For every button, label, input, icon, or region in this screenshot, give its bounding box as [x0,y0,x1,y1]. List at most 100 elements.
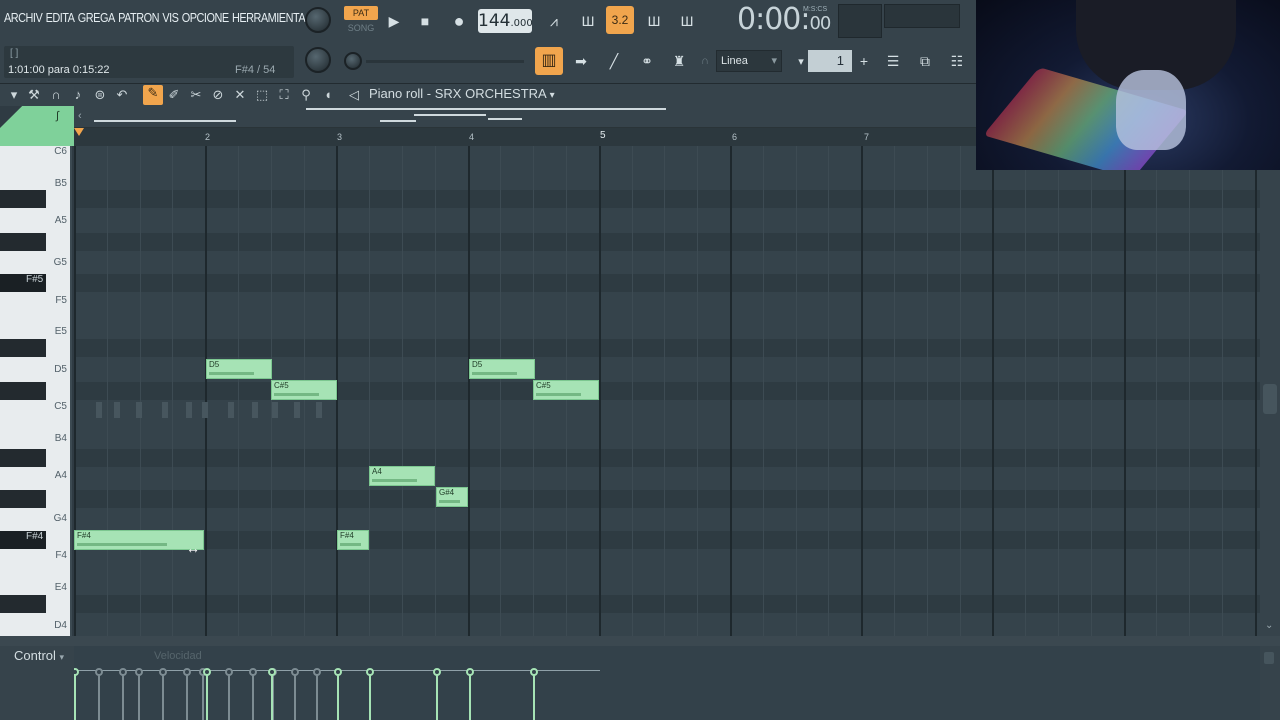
paint-tool-button[interactable]: ✐ [166,87,182,103]
record-button[interactable]: ● [447,9,471,33]
link-button[interactable]: ⚭ [635,49,659,73]
instrument-speaker-button[interactable]: ◁ [346,87,362,103]
ghost-note [114,402,120,418]
pattern-knob[interactable] [344,52,362,70]
song-position-slider[interactable] [366,60,524,63]
song-button[interactable]: SONG [344,21,378,35]
mixer-button[interactable]: ☷ [944,49,970,73]
arrow-right-button[interactable]: ➡ [569,49,593,73]
pat-button[interactable]: PAT [344,6,378,20]
countdown-button[interactable]: 3.2 [606,6,634,34]
black-key-highlighted[interactable]: F#4 [0,531,46,549]
pencil-icon: ✎ [147,85,159,100]
velocity-stem[interactable] [366,668,374,720]
menu-opciones[interactable]: OPCIONE [182,10,229,32]
mute-tool-button[interactable]: ⊘ [210,87,226,103]
velocity-lane[interactable]: Velocidad [74,646,1260,720]
pat-song-switch[interactable]: PAT SONG [344,6,378,36]
black-key[interactable] [0,449,46,467]
tool-brush-button[interactable]: ╱ [602,49,626,73]
loop-record-button[interactable]: Ш [673,9,701,33]
step-edit-button[interactable]: Ш [640,9,668,33]
stamp-button[interactable]: ♜ [667,49,691,73]
black-key[interactable] [0,339,46,357]
beat-line [140,146,141,636]
zoom-tool-button[interactable]: ⚲ [298,87,314,103]
magnet-button[interactable]: ∩ [698,54,712,68]
metronome-button[interactable]: ⩘ [542,9,566,33]
select-tool-button[interactable]: ⬚ [254,87,270,103]
velocity-stem[interactable] [334,668,342,720]
black-key[interactable] [0,595,46,613]
menu-herramientas[interactable]: HERRAMIENTA [232,10,306,32]
mixer-icon: ☷ [950,52,964,69]
draw-tool-button[interactable]: ✎ [143,85,163,105]
velocity-stem[interactable] [74,668,79,720]
step-increase-button[interactable]: + [852,49,876,73]
note[interactable]: D5 [469,359,535,379]
master-pitch-knob[interactable] [305,47,331,73]
piano-keyboard[interactable]: F#5 F#4 C6 B5 A5 G5 F5 E5 D5 C5 B4 A4 G4… [0,146,72,636]
master-volume-knob[interactable] [305,7,331,33]
undo-button[interactable]: ↶ [114,87,130,103]
note[interactable]: C#5 [271,380,337,400]
menu-agregar[interactable]: GREGA [78,10,115,32]
scrollbar-thumb[interactable] [1263,384,1277,414]
vertical-scrollbar[interactable]: ⌄ [1260,146,1280,636]
note[interactable]: F#4 [74,530,204,550]
slice-tool-button[interactable]: ✕ [232,87,248,103]
velocity-stem[interactable] [433,668,441,720]
tools-button[interactable]: ⚒ [26,87,42,103]
tempo-field[interactable]: 144.000 [478,9,533,33]
step-field[interactable]: 1 [808,50,852,72]
piano-roll-button[interactable]: ▥ [535,47,563,75]
note[interactable]: F#4 [337,530,369,550]
playhead-marker[interactable] [74,128,84,136]
scroll-down-icon[interactable]: ⌄ [1265,620,1273,631]
overview-segment [380,120,416,122]
key-label: D5 [54,364,67,375]
ghost-note [96,402,102,418]
note[interactable]: D5 [206,359,272,379]
black-key-highlighted[interactable]: F#5 [0,274,46,292]
note[interactable]: A4 [369,466,435,486]
ghost-velocity-stem [135,668,143,720]
piano-roll-title[interactable]: Piano roll - SRX ORCHESTRA ▾ [369,86,555,101]
menu-button[interactable]: ⊜ [92,87,108,103]
velocity-stem[interactable] [466,668,474,720]
note-grid[interactable]: F#4 D5 C#5 F#4 A4 G#4 D5 C#5 ↔ [74,146,1260,636]
black-key[interactable] [0,233,46,251]
play-button[interactable]: ▶ [382,9,406,33]
wait-for-input-button[interactable]: Ш [574,9,602,33]
playlist-button[interactable]: ☰ [880,49,906,73]
zoom-area-button[interactable]: ⛶ [276,87,292,103]
note-properties-button[interactable]: ♪ [70,87,86,103]
velocity-stem[interactable] [268,668,276,720]
zoom-corner-handle[interactable] [0,106,74,146]
control-scrollbar[interactable] [1264,652,1274,664]
menu-vista[interactable]: VIS [162,10,179,32]
snap-select[interactable]: Linea [716,50,782,72]
webcam-hand [1116,70,1186,150]
scroll-left-icon[interactable]: ‹ [78,110,82,122]
black-key[interactable] [0,382,46,400]
options-menu-button[interactable]: ▾ [6,87,22,103]
control-splitter[interactable] [0,636,1280,646]
menu-archivo[interactable]: ARCHIV [4,10,43,32]
note[interactable]: C#5 [533,380,599,400]
black-key[interactable] [0,190,46,208]
step-sequencer-button[interactable]: ⧉ [912,49,938,73]
black-key[interactable] [0,490,46,508]
menu-editar[interactable]: EDITA [46,10,75,32]
ghost-note [294,402,300,418]
menu-patron[interactable]: PATRON [118,10,159,32]
velocity-stem[interactable] [530,668,538,720]
link-icon: ⚭ [641,52,653,69]
playback-tool-button[interactable]: ◖ [320,87,336,103]
note[interactable]: G#4 [436,487,468,507]
delete-tool-button[interactable]: ✂ [188,87,204,103]
control-selector[interactable]: Control ▾ [14,648,64,663]
snap-magnet-button[interactable]: ∩ [48,87,64,103]
stop-button[interactable]: ■ [413,9,437,33]
velocity-stem[interactable] [203,668,211,720]
